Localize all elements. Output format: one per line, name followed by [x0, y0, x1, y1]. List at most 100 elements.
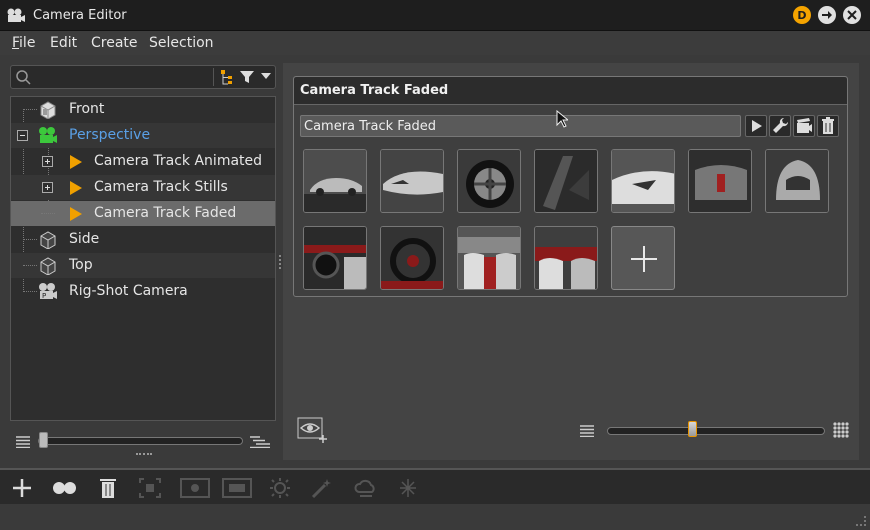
- tree-connector: [41, 213, 55, 214]
- camera-track-header: Camera Track Faded: [294, 77, 847, 105]
- camera-shot-thumbnail[interactable]: [534, 149, 598, 213]
- camera-shot-thumbnail[interactable]: [765, 149, 829, 213]
- add-view-eye-icon[interactable]: [297, 417, 327, 443]
- menu-selection[interactable]: Selection: [149, 35, 214, 51]
- settings-button[interactable]: [769, 115, 791, 137]
- cloud-icon[interactable]: [354, 477, 378, 499]
- svg-text:P: P: [42, 292, 46, 300]
- bottom-toolbar: [0, 468, 870, 504]
- camera-tree: Front Perspective Camera Track Animated …: [10, 96, 276, 421]
- menu-edit[interactable]: Edit: [50, 35, 77, 51]
- magic-icon[interactable]: [310, 477, 334, 499]
- frame-icon[interactable]: [222, 477, 252, 499]
- d-badge-button[interactable]: D: [793, 6, 811, 24]
- expand-toggle[interactable]: [42, 182, 53, 193]
- add-icon[interactable]: [10, 477, 34, 499]
- search-icon: [16, 70, 31, 85]
- tree-item-front[interactable]: Front: [11, 97, 275, 122]
- title-bar: Camera Editor D: [0, 0, 870, 31]
- filter-icon[interactable]: [239, 69, 255, 85]
- tree-item-rig-shot-camera[interactable]: P Rig-Shot Camera: [11, 279, 275, 304]
- delete-track-button[interactable]: [817, 115, 839, 137]
- perspective-camera-icon: [39, 127, 57, 143]
- tree-item-top[interactable]: Top: [11, 253, 275, 278]
- sun-icon[interactable]: [268, 477, 292, 499]
- focus-icon[interactable]: [138, 477, 162, 499]
- tree-item-camera-track-animated[interactable]: Camera Track Animated: [11, 149, 275, 174]
- tree-item-label: Front: [69, 101, 105, 117]
- tree-item-label: Top: [69, 257, 93, 273]
- camera-shot-thumbnail[interactable]: [534, 226, 598, 290]
- menu-create[interactable]: Create: [91, 35, 138, 51]
- trash-icon[interactable]: [96, 477, 120, 499]
- track-play-icon: [70, 155, 82, 169]
- mouse-cursor-icon: [556, 110, 568, 128]
- tree-item-label: Camera Track Animated: [94, 153, 263, 169]
- list-view-icon[interactable]: [580, 425, 594, 437]
- tree-item-label: Side: [69, 231, 100, 247]
- tree-connector: [23, 291, 37, 292]
- camera-frame-icon[interactable]: [180, 477, 210, 499]
- trash-icon: [822, 117, 834, 134]
- camera-shot-thumbnail[interactable]: [380, 226, 444, 290]
- tree-size-slider-bar: [10, 427, 276, 457]
- camera-track-group: Camera Track Faded: [293, 76, 848, 297]
- tree-connector: [23, 239, 37, 240]
- add-shot-button[interactable]: [611, 226, 675, 290]
- dock-arrow-button[interactable]: [818, 6, 836, 24]
- tree-item-label: Rig-Shot Camera: [69, 283, 188, 299]
- export-clip-button[interactable]: [793, 115, 815, 137]
- close-window-button[interactable]: [843, 6, 861, 24]
- thumbnail-size-slider-thumb[interactable]: [688, 421, 697, 437]
- camera-shot-thumbnail[interactable]: [457, 226, 521, 290]
- cube-view-icon: [40, 101, 56, 119]
- search-box[interactable]: [10, 65, 276, 89]
- light-icon[interactable]: [396, 477, 420, 499]
- wrench-icon: [773, 117, 789, 133]
- d-badge-label: D: [797, 8, 807, 22]
- tree-item-perspective[interactable]: Perspective: [11, 123, 275, 148]
- search-divider: [213, 68, 214, 86]
- resize-grip[interactable]: [136, 453, 152, 455]
- camera-editor-app-icon: [7, 8, 25, 22]
- tree-item-label: Perspective: [69, 127, 151, 143]
- play-button[interactable]: [745, 115, 767, 137]
- tree-item-label: Camera Track Stills: [94, 179, 228, 195]
- camera-track-panel: Camera Track Faded: [283, 63, 859, 460]
- tree-item-side[interactable]: Side: [11, 227, 275, 252]
- camera-shot-thumbnail[interactable]: [303, 149, 367, 213]
- tree-size-slider-track[interactable]: [38, 437, 243, 445]
- grid-view-icon[interactable]: [833, 422, 849, 438]
- chevron-down-icon[interactable]: [261, 73, 271, 79]
- collapse-toggle[interactable]: [17, 130, 28, 141]
- camera-track-name-field[interactable]: [300, 115, 741, 137]
- camera-shot-thumbnail[interactable]: [303, 226, 367, 290]
- expand-toggle[interactable]: [42, 156, 53, 167]
- close-icon: [847, 10, 857, 20]
- camera-shot-thumbnail[interactable]: [380, 149, 444, 213]
- list-compact-icon: [16, 436, 30, 448]
- link-icon[interactable]: [52, 477, 76, 499]
- rig-camera-icon: P: [39, 283, 57, 300]
- hierarchy-filter-icon[interactable]: [219, 69, 235, 85]
- menu-bar: File Edit Create Selection: [0, 31, 870, 55]
- thumbnail-size-slider-track[interactable]: [607, 427, 825, 435]
- cube-side-icon: [40, 231, 56, 249]
- list-expanded-icon: [250, 436, 270, 448]
- track-play-icon: [70, 207, 82, 221]
- camera-shot-thumbnail[interactable]: [688, 149, 752, 213]
- arrow-right-icon: [822, 11, 832, 19]
- status-bar: [0, 504, 870, 530]
- play-icon: [752, 120, 762, 132]
- camera-track-title: Camera Track Faded: [300, 83, 449, 98]
- camera-shot-thumbnail[interactable]: [611, 149, 675, 213]
- menu-file[interactable]: File: [12, 35, 35, 51]
- panel-splitter[interactable]: [279, 255, 281, 269]
- track-play-icon: [70, 181, 82, 195]
- resize-corner-grip[interactable]: [856, 516, 866, 526]
- tree-item-camera-track-faded[interactable]: Camera Track Faded: [11, 201, 275, 226]
- tree-size-slider-thumb[interactable]: [39, 432, 48, 448]
- tree-item-camera-track-stills[interactable]: Camera Track Stills: [11, 175, 275, 200]
- camera-shot-thumbnail[interactable]: [457, 149, 521, 213]
- clapperboard-icon: [797, 118, 812, 133]
